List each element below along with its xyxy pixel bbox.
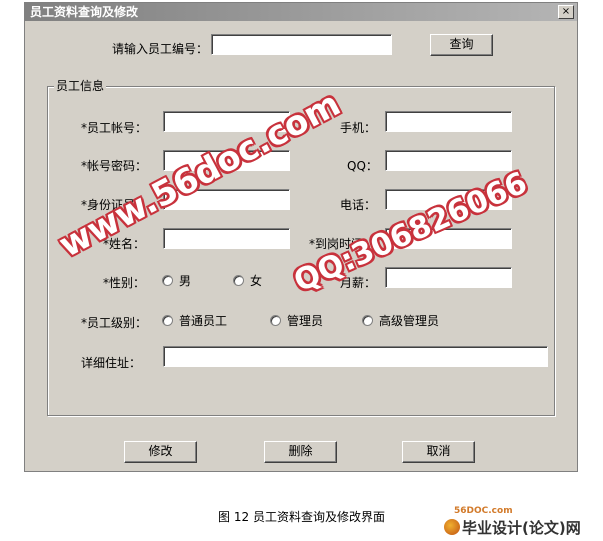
qq-label: QQ： <box>347 159 378 173</box>
level-senior-admin-radio[interactable] <box>362 315 373 326</box>
cancel-button[interactable]: 取消 <box>402 441 475 463</box>
account-label: *员工帐号： <box>81 121 148 135</box>
delete-button[interactable]: 删除 <box>264 441 337 463</box>
gender-male-radio[interactable] <box>162 275 173 286</box>
query-button[interactable]: 查询 <box>430 34 493 56</box>
salary-input[interactable] <box>385 267 512 288</box>
gender-female-label: 女 <box>250 274 263 288</box>
level-staff-radio[interactable] <box>162 315 173 326</box>
employee-id-input[interactable] <box>211 34 392 55</box>
level-senior-admin-label: 高级管理员 <box>379 314 440 328</box>
phone-input[interactable] <box>385 111 512 132</box>
hire-date-label: *到岗时间： <box>309 237 376 251</box>
title-bar[interactable]: 员工资料查询及修改 × <box>25 3 577 21</box>
employee-info-group-title: 员工信息 <box>54 78 107 94</box>
salary-label: 月薪： <box>340 276 377 290</box>
password-input[interactable] <box>163 150 290 171</box>
gender-male-label: 男 <box>179 274 192 288</box>
tel-input[interactable] <box>385 189 512 210</box>
level-admin-radio[interactable] <box>270 315 281 326</box>
gender-female-radio[interactable] <box>233 275 244 286</box>
address-input[interactable] <box>163 346 548 367</box>
employee-id-label: 请输入员工编号： <box>112 42 209 56</box>
idcard-input[interactable] <box>163 189 290 210</box>
level-staff-label: 普通员工 <box>179 314 228 328</box>
window-title: 员工资料查询及修改 <box>30 5 139 19</box>
level-label: *员工级别： <box>81 316 148 330</box>
close-button[interactable]: × <box>558 5 574 19</box>
tel-label: 电话： <box>340 198 377 212</box>
modify-button[interactable]: 修改 <box>124 441 197 463</box>
account-input[interactable] <box>163 111 290 132</box>
site-name: 毕业设计(论文)网 <box>462 519 581 537</box>
name-input[interactable] <box>163 228 290 249</box>
qq-input[interactable] <box>385 150 512 171</box>
address-label: 详细住址： <box>81 356 142 370</box>
site-logo-icon <box>444 519 460 535</box>
level-admin-label: 管理员 <box>287 314 324 328</box>
site-domain: 56DOC.com <box>454 506 513 516</box>
gender-label: *性别： <box>103 276 146 290</box>
phone-label: 手机： <box>340 121 377 135</box>
idcard-label: *身份证号： <box>81 198 148 212</box>
password-label: *帐号密码： <box>81 159 148 173</box>
hire-date-input[interactable] <box>385 228 512 249</box>
employee-edit-dialog: 员工资料查询及修改 × 请输入员工编号： 查询 员工信息 *员工帐号： 手机： … <box>24 2 578 472</box>
name-label: *姓名： <box>103 237 146 251</box>
